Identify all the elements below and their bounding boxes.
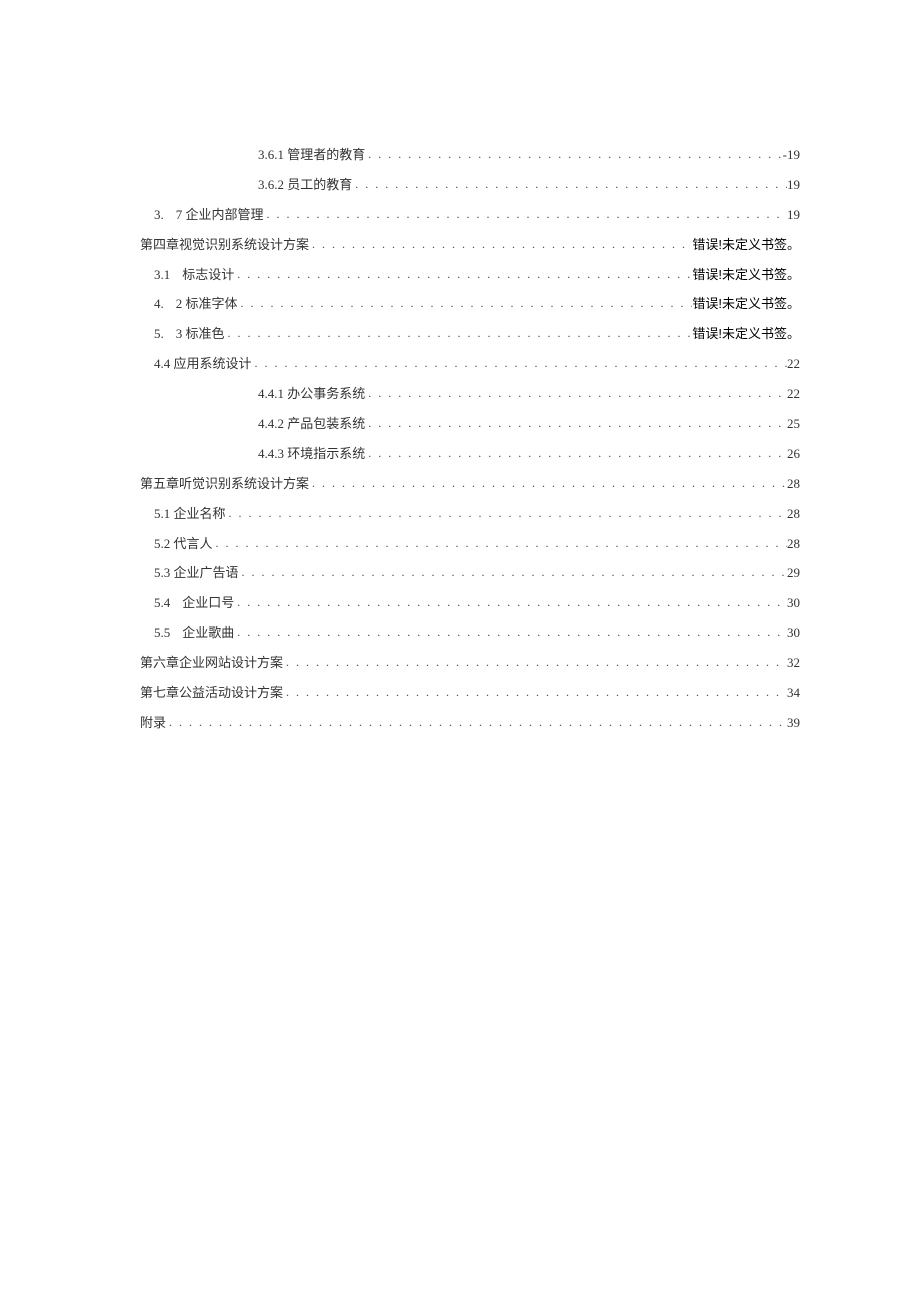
toc-entry-number: 5.5 <box>154 618 170 648</box>
toc-entry-label: 第四章视觉识别系统设计方案 <box>140 230 309 260</box>
toc-entry-page: 28 <box>787 469 800 499</box>
toc-entry-label: 3.6.1 管理者的教育 <box>258 140 365 170</box>
toc-leader-dots <box>226 500 787 528</box>
toc-entry-page: 30 <box>787 588 800 618</box>
toc-leader-dots <box>225 320 693 348</box>
toc-entry-page: 28 <box>787 529 800 559</box>
toc-leader-dots <box>283 679 787 707</box>
toc-entry-label: 2 标准字体 <box>176 289 238 319</box>
toc-leader-dots <box>309 470 787 498</box>
toc-entry-page: 32 <box>787 648 800 678</box>
toc-entry: 第四章视觉识别系统设计方案 错误!未定义书签。 <box>140 230 800 260</box>
toc-entry-page: 26 <box>787 439 800 469</box>
toc-leader-dots <box>365 380 787 408</box>
toc-leader-dots <box>365 141 782 169</box>
toc-entry-label: 4.4.3 环境指示系统 <box>258 439 365 469</box>
toc-entry-label: 4.4 应用系统设计 <box>154 349 252 379</box>
toc-entry: 5.1 企业名称 28 <box>140 499 800 529</box>
toc-leader-dots <box>234 589 787 617</box>
toc-entry-label: 5.1 企业名称 <box>154 499 226 529</box>
toc-entry-page: 22 <box>787 349 800 379</box>
toc-entry-page: 25 <box>787 409 800 439</box>
toc-entry-page: 错误!未定义书签。 <box>692 289 800 319</box>
toc-entry-label: 第六章企业网站设计方案 <box>140 648 283 678</box>
toc-entry: 4. 2 标准字体 错误!未定义书签。 <box>140 289 800 319</box>
toc-entry-label: 7 企业内部管理 <box>176 200 264 230</box>
toc-entry: 4.4.1 办公事务系统 22 <box>140 379 800 409</box>
toc-entry: 第六章企业网站设计方案 32 <box>140 648 800 678</box>
toc-entry-page: 39 <box>787 708 800 738</box>
toc-entry-page: 29 <box>787 558 800 588</box>
toc-entry: 5.4 企业口号 30 <box>140 588 800 618</box>
toc-entry-page: 19 <box>787 200 800 230</box>
toc-entry-label: 5.2 代言人 <box>154 529 213 559</box>
toc-leader-dots <box>166 709 787 737</box>
toc-entry: 5.3 企业广告语 29 <box>140 558 800 588</box>
toc-entry-page: 错误!未定义书签。 <box>692 319 800 349</box>
toc-entry-label: 第五章听觉识别系统设计方案 <box>140 469 309 499</box>
toc-leader-dots <box>283 649 787 677</box>
toc-entry-number: 3. <box>154 200 164 230</box>
toc-entry-page: 30 <box>787 618 800 648</box>
toc-entry: 4.4 应用系统设计 22 <box>140 349 800 379</box>
toc-entry: 第七章公益活动设计方案 34 <box>140 678 800 708</box>
toc-leader-dots <box>309 231 692 259</box>
toc-entry: 附录 39 <box>140 708 800 738</box>
toc-entry-page: 28 <box>787 499 800 529</box>
toc-leader-dots <box>365 440 787 468</box>
toc-entry: 4.4.2 产品包装系统 25 <box>140 409 800 439</box>
toc-leader-dots <box>238 290 693 318</box>
toc-entry-number: 4. <box>154 289 164 319</box>
toc-leader-dots <box>365 410 787 438</box>
toc-entry-label: 第七章公益活动设计方案 <box>140 678 283 708</box>
toc-entry-label: 5.3 企业广告语 <box>154 558 239 588</box>
toc-entry: 5. 3 标准色 错误!未定义书签。 <box>140 319 800 349</box>
toc-entry-label: 3.6.2 员工的教育 <box>258 170 352 200</box>
toc-entry-label: 企业歌曲 <box>182 618 234 648</box>
toc-entry: 3. 7 企业内部管理 19 <box>140 200 800 230</box>
toc-entry: 3.6.2 员工的教育 19 <box>140 170 800 200</box>
toc-entry-page: 19 <box>787 170 800 200</box>
toc-entry-label: 4.4.1 办公事务系统 <box>258 379 365 409</box>
toc-entry-label: 企业口号 <box>182 588 234 618</box>
toc-entry: 第五章听觉识别系统设计方案 28 <box>140 469 800 499</box>
toc-entry-page: -19 <box>783 140 800 170</box>
toc-leader-dots <box>352 171 787 199</box>
toc-entry-number: 3.1 <box>154 260 170 290</box>
toc-leader-dots <box>213 530 787 558</box>
table-of-contents: 3.6.1 管理者的教育 -19 3.6.2 员工的教育 19 3. 7 企业内部管理 19… <box>140 140 800 738</box>
toc-entry-label: 3 标准色 <box>176 319 225 349</box>
toc-entry: 3.6.1 管理者的教育 -19 <box>140 140 800 170</box>
toc-leader-dots <box>234 261 692 289</box>
toc-entry-page: 34 <box>787 678 800 708</box>
toc-leader-dots <box>239 559 787 587</box>
toc-entry: 3.1 标志设计 错误!未定义书签。 <box>140 260 800 290</box>
toc-entry-label: 附录 <box>140 708 166 738</box>
toc-leader-dots <box>264 201 787 229</box>
toc-entry-number: 5. <box>154 319 164 349</box>
toc-entry-page: 错误!未定义书签。 <box>692 260 800 290</box>
toc-leader-dots <box>252 350 787 378</box>
toc-entry: 5.5 企业歌曲 30 <box>140 618 800 648</box>
toc-entry-label: 4.4.2 产品包装系统 <box>258 409 365 439</box>
toc-entry-page: 错误!未定义书签。 <box>692 230 800 260</box>
toc-entry-label: 标志设计 <box>182 260 234 290</box>
toc-entry: 5.2 代言人 28 <box>140 529 800 559</box>
toc-entry: 4.4.3 环境指示系统 26 <box>140 439 800 469</box>
toc-entry-page: 22 <box>787 379 800 409</box>
toc-leader-dots <box>234 619 787 647</box>
toc-entry-number: 5.4 <box>154 588 170 618</box>
